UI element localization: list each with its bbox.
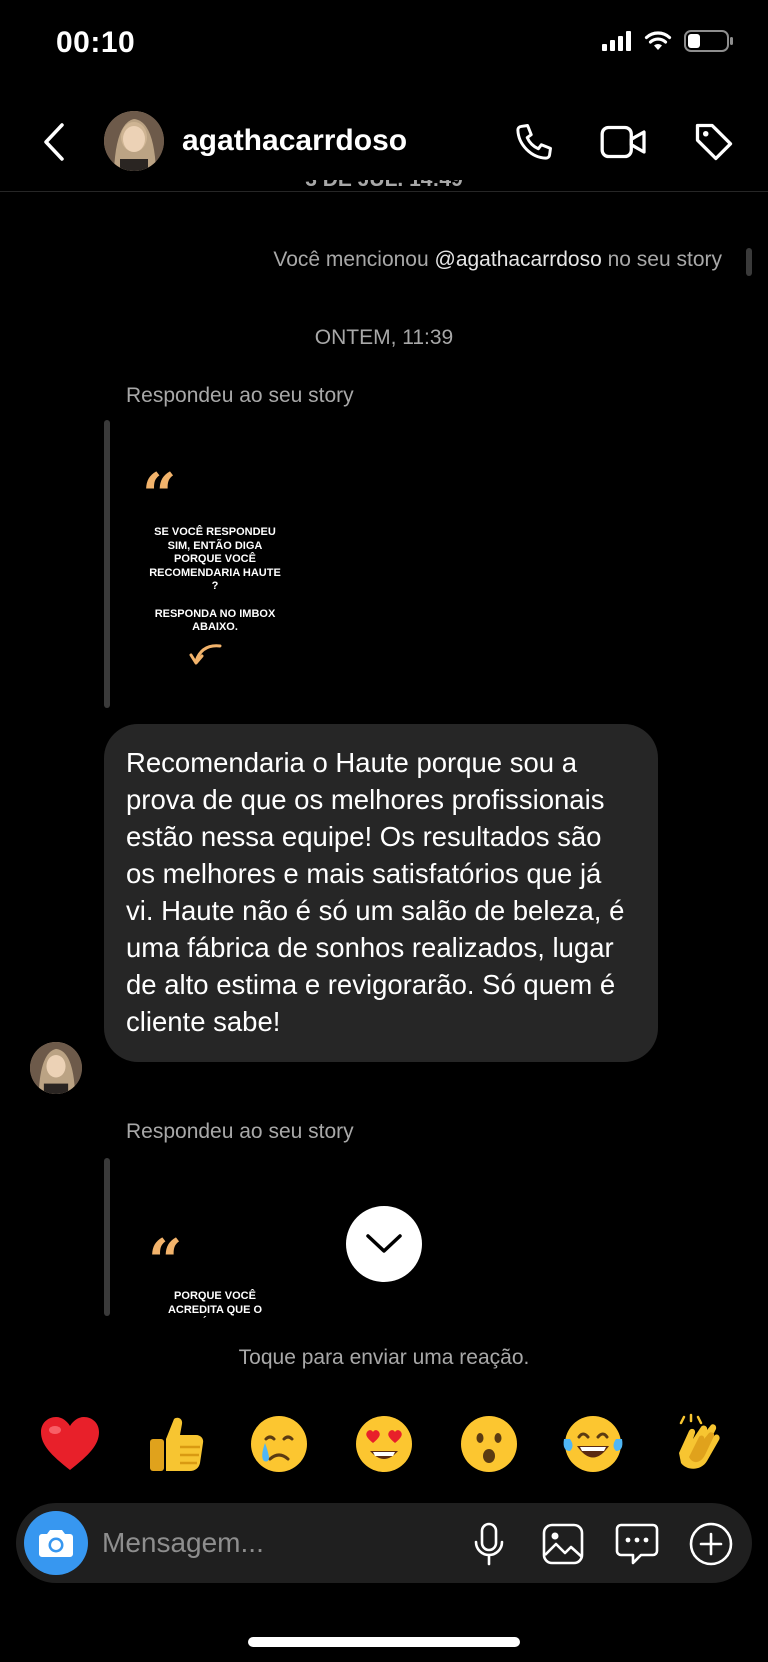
reaction-clapping-button[interactable] xyxy=(664,1410,732,1478)
reaction-heart-button[interactable] xyxy=(36,1410,104,1478)
reaction-thumbs-up-button[interactable] xyxy=(141,1410,209,1478)
quote-mark-icon: “ xyxy=(142,466,177,531)
message-composer xyxy=(16,1503,752,1583)
reaction-surprised-button[interactable] xyxy=(455,1410,523,1478)
scroll-to-bottom-button[interactable] xyxy=(346,1206,422,1282)
phone-icon xyxy=(516,124,552,160)
avatar-photo xyxy=(30,1042,82,1094)
story-text: RESPONDA NO IMBOX ABAIXO. xyxy=(154,607,276,634)
reaction-tears-of-joy-button[interactable] xyxy=(559,1410,627,1478)
gallery-button[interactable] xyxy=(538,1519,588,1569)
video-camera-icon xyxy=(600,125,646,159)
mention-handle-link[interactable]: @agathacarrdoso xyxy=(435,248,602,271)
more-options-button[interactable] xyxy=(686,1519,736,1569)
tag-button[interactable] xyxy=(686,114,742,170)
reaction-crying-button[interactable] xyxy=(245,1410,313,1478)
home-indicator[interactable] xyxy=(248,1637,520,1647)
story-reply-label: Respondeu ao seu story xyxy=(126,384,354,407)
status-bar: 00:10 xyxy=(0,0,768,96)
clapping-hands-icon xyxy=(678,1413,720,1469)
chevron-down-icon xyxy=(366,1234,402,1253)
curved-arrow-icon xyxy=(189,643,222,664)
tears-of-joy-face-icon xyxy=(563,1416,623,1472)
reaction-heart-eyes-button[interactable] xyxy=(350,1410,418,1478)
sticker-chat-icon xyxy=(615,1523,659,1565)
story-preview[interactable]: “ SE VOCÊ RESPONDEU SIM, ENTÃO DIGA PORQ… xyxy=(130,466,300,676)
microphone-icon xyxy=(474,1522,504,1566)
tag-icon xyxy=(695,123,733,161)
voice-call-button[interactable] xyxy=(506,114,562,170)
story-reply-bar xyxy=(104,1158,110,1316)
status-time: 00:10 xyxy=(56,26,136,59)
reaction-hint: Toque para enviar uma reação. xyxy=(238,1346,530,1369)
gallery-icon xyxy=(542,1523,584,1565)
surprised-face-icon xyxy=(460,1416,517,1472)
scrollbar-thumb[interactable] xyxy=(746,248,752,276)
cut-timestamp: 3 DE JUL. 14:49 xyxy=(0,180,768,202)
video-call-button[interactable] xyxy=(596,114,652,170)
camera-icon xyxy=(39,1530,73,1557)
quote-mark-icon: “ xyxy=(148,1236,183,1297)
plus-icon xyxy=(689,1522,733,1566)
profile-avatar[interactable] xyxy=(104,111,164,171)
heart-eyes-face-icon xyxy=(355,1416,412,1472)
story-preview[interactable]: “ PORQUE VOCÊ ACREDITA QUE O HAUTE É O M… xyxy=(130,1236,300,1318)
status-icons xyxy=(602,30,734,52)
mention-note: Você mencionou @agathacarrdoso no seu st… xyxy=(273,248,722,271)
cellular-signal-icon xyxy=(602,31,631,51)
avatar-photo xyxy=(104,111,164,171)
back-chevron-icon xyxy=(44,123,64,161)
chat-username[interactable]: agathacarrdoso xyxy=(182,124,407,158)
story-reply-bar xyxy=(104,420,110,708)
crying-face-icon xyxy=(251,1416,308,1472)
chat-header: agathacarrdoso xyxy=(0,96,768,192)
heart-icon xyxy=(41,1417,99,1470)
story-text: SE VOCÊ RESPONDEU SIM, ENTÃO DIGA PORQUE… xyxy=(149,526,281,592)
quick-reactions xyxy=(36,1410,732,1478)
message-input[interactable] xyxy=(102,1523,432,1563)
voice-message-button[interactable] xyxy=(464,1519,514,1569)
story-reply-label: Respondeu ao seu story xyxy=(126,1120,354,1143)
camera-button[interactable] xyxy=(24,1511,88,1575)
back-button[interactable] xyxy=(34,116,74,168)
sticker-button[interactable] xyxy=(612,1519,662,1569)
header-actions xyxy=(506,114,742,170)
sender-avatar[interactable] xyxy=(30,1042,82,1094)
date-divider: ONTEM, 11:39 xyxy=(314,326,454,349)
message-bubble[interactable]: Recomendaria o Haute porque sou a prova … xyxy=(104,724,658,1062)
thumbs-up-icon xyxy=(149,1417,203,1471)
wifi-icon xyxy=(644,31,672,50)
composer-actions xyxy=(464,1519,736,1569)
battery-icon xyxy=(684,30,733,52)
